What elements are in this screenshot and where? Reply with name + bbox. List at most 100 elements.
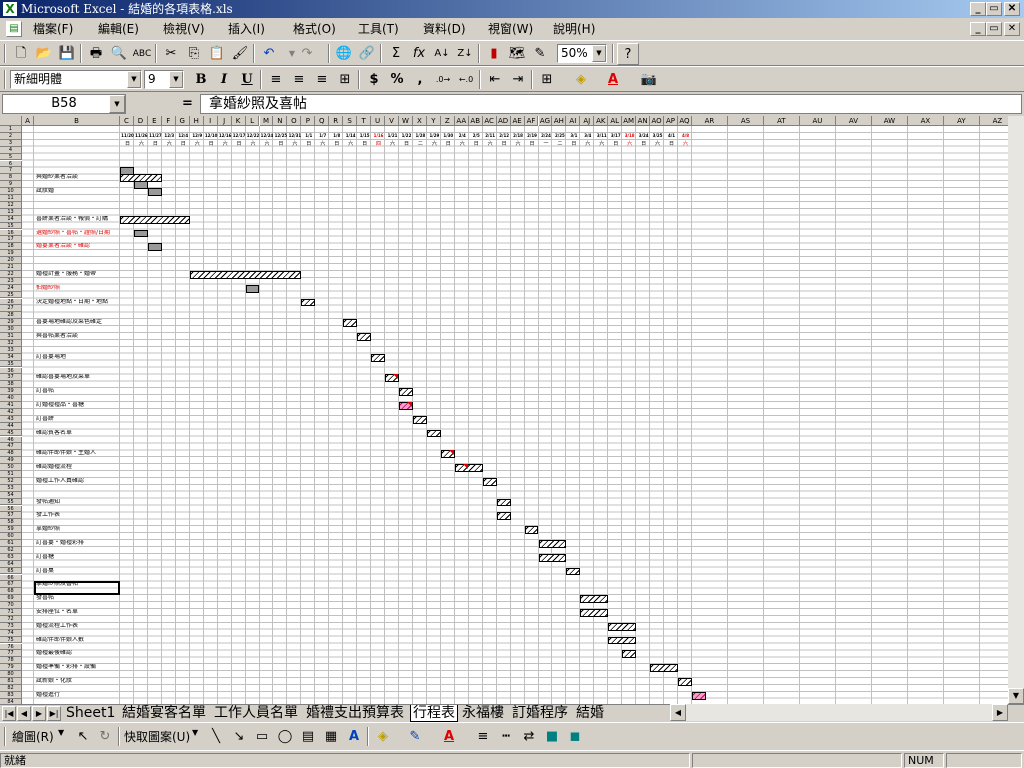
borders-icon[interactable]: ⊞ bbox=[536, 69, 558, 91]
column-header[interactable]: A bbox=[22, 116, 34, 126]
menu-item[interactable]: 說明(H) bbox=[550, 21, 598, 38]
column-header[interactable]: AU bbox=[799, 116, 836, 126]
gantt-bar[interactable] bbox=[120, 215, 190, 224]
row-header[interactable]: 38 bbox=[0, 381, 22, 389]
column-header[interactable]: AR bbox=[691, 116, 728, 126]
row-header[interactable]: 13 bbox=[0, 208, 22, 216]
chevron-down-icon[interactable]: ▼ bbox=[592, 45, 606, 62]
gantt-bar[interactable] bbox=[622, 650, 637, 659]
draw-menu[interactable]: 繪圖(R) bbox=[12, 728, 54, 745]
row-header[interactable]: 51 bbox=[0, 471, 22, 478]
column-header[interactable]: AD bbox=[496, 116, 511, 126]
paste-icon[interactable]: 📋 bbox=[206, 43, 228, 65]
row-header[interactable]: 79 bbox=[0, 664, 22, 672]
column-header[interactable]: AI bbox=[566, 116, 581, 126]
sort-ascending-icon[interactable]: A↓ bbox=[431, 43, 453, 65]
row-header[interactable]: 56 bbox=[0, 505, 22, 513]
row-header[interactable]: 75 bbox=[0, 636, 22, 644]
row-header[interactable]: 68 bbox=[0, 588, 22, 596]
row-header[interactable]: 6 bbox=[0, 160, 22, 168]
chevron-down-icon[interactable]: ▼ bbox=[109, 95, 125, 113]
column-header[interactable]: I bbox=[203, 116, 218, 126]
row-header[interactable]: 40 bbox=[0, 395, 22, 402]
row-header[interactable]: 49 bbox=[0, 457, 22, 465]
help-icon[interactable]: ? bbox=[617, 43, 639, 65]
row-header[interactable]: 12 bbox=[0, 201, 22, 209]
free-rotate-icon[interactable]: ↻ bbox=[94, 726, 116, 748]
gantt-bar[interactable] bbox=[691, 691, 706, 700]
chevron-down-icon[interactable]: ▼ bbox=[192, 728, 198, 737]
gantt-bar[interactable] bbox=[524, 526, 539, 535]
gantt-bar[interactable] bbox=[538, 553, 567, 562]
column-header[interactable]: Z bbox=[440, 116, 455, 126]
column-header[interactable]: S bbox=[343, 116, 358, 126]
column-header[interactable]: AT bbox=[763, 116, 800, 126]
column-header[interactable]: AB bbox=[468, 116, 483, 126]
row-header[interactable]: 14 bbox=[0, 215, 22, 223]
menu-item[interactable]: 視窗(W) bbox=[485, 21, 536, 38]
sort-descending-icon[interactable]: Z↓ bbox=[454, 43, 476, 65]
increase-indent-icon[interactable]: ⇥ bbox=[507, 69, 529, 91]
column-header[interactable]: G bbox=[175, 116, 190, 126]
row-header[interactable]: 64 bbox=[0, 560, 22, 568]
row-header[interactable]: 44 bbox=[0, 422, 22, 430]
column-header[interactable]: R bbox=[329, 116, 344, 126]
row-header[interactable]: 45 bbox=[0, 429, 22, 437]
row-header[interactable]: 22 bbox=[0, 270, 22, 278]
oval-icon[interactable]: ◯ bbox=[274, 726, 296, 748]
redo-icon[interactable]: ↷ bbox=[296, 43, 318, 65]
column-header[interactable]: C bbox=[120, 116, 134, 126]
camera-icon[interactable]: 📷 bbox=[638, 69, 660, 91]
row-header[interactable]: 74 bbox=[0, 629, 22, 637]
column-header[interactable]: F bbox=[161, 116, 176, 126]
row-header[interactable]: 70 bbox=[0, 602, 22, 609]
column-header[interactable]: AJ bbox=[580, 116, 595, 126]
last-sheet-icon[interactable]: ▶| bbox=[47, 706, 61, 721]
doc-minimize-button[interactable]: _ bbox=[970, 22, 986, 36]
vertical-scrollbar[interactable]: ▼ bbox=[1008, 116, 1024, 704]
column-header[interactable]: W bbox=[399, 116, 413, 126]
row-header[interactable]: 10 bbox=[0, 188, 22, 195]
gantt-bar[interactable] bbox=[566, 567, 581, 576]
sheet-tab[interactable]: 永福樓 bbox=[460, 705, 506, 722]
column-header[interactable]: H bbox=[189, 116, 204, 126]
row-header[interactable]: 27 bbox=[0, 305, 22, 313]
row-header[interactable]: 76 bbox=[0, 643, 22, 651]
row-header[interactable]: 23 bbox=[0, 277, 22, 285]
row-header[interactable]: 71 bbox=[0, 609, 22, 616]
row-header[interactable]: 52 bbox=[0, 477, 22, 485]
column-header[interactable]: L bbox=[245, 116, 260, 126]
gantt-bar[interactable] bbox=[454, 464, 483, 472]
row-header[interactable]: 29 bbox=[0, 319, 22, 327]
decrease-indent-icon[interactable]: ⇤ bbox=[484, 69, 506, 91]
row-header[interactable]: 11 bbox=[0, 195, 22, 202]
row-header[interactable]: 82 bbox=[0, 684, 22, 692]
row-header[interactable]: 66 bbox=[0, 574, 22, 582]
autoshapes-menu[interactable]: 快取圖案(U) bbox=[124, 728, 190, 745]
column-header[interactable]: Y bbox=[426, 116, 441, 126]
gantt-bar[interactable] bbox=[496, 512, 511, 521]
print-preview-icon[interactable]: 🔍 bbox=[108, 43, 130, 65]
dash-style-icon[interactable]: ┅ bbox=[495, 726, 517, 748]
row-header[interactable]: 81 bbox=[0, 678, 22, 685]
gantt-bar[interactable] bbox=[650, 664, 678, 673]
currency-button[interactable]: $ bbox=[363, 69, 385, 91]
wordart-gallery-icon[interactable]: A bbox=[343, 726, 365, 748]
menu-item[interactable]: 插入(I) bbox=[225, 21, 268, 38]
column-header[interactable]: AY bbox=[943, 116, 980, 126]
row-header[interactable]: 73 bbox=[0, 622, 22, 630]
copy-icon[interactable]: ⎘ bbox=[183, 43, 205, 65]
line-color-icon[interactable]: ✎ bbox=[404, 726, 426, 748]
fill-color-icon[interactable]: ◈ bbox=[570, 69, 592, 91]
row-header[interactable]: 2 bbox=[0, 132, 22, 140]
gantt-bar[interactable] bbox=[678, 678, 692, 686]
close-button[interactable]: ✕ bbox=[1004, 2, 1020, 16]
row-header[interactable]: 30 bbox=[0, 326, 22, 333]
comma-button[interactable]: , bbox=[409, 69, 431, 91]
arrow-icon[interactable]: ↘ bbox=[228, 726, 250, 748]
row-header[interactable]: 43 bbox=[0, 415, 22, 423]
gantt-bar[interactable] bbox=[147, 188, 162, 196]
sheet-tab[interactable]: 婚禮支出預算表 bbox=[304, 705, 406, 722]
prev-sheet-icon[interactable]: ◀ bbox=[17, 706, 31, 721]
font-color-icon[interactable]: A bbox=[602, 69, 624, 91]
